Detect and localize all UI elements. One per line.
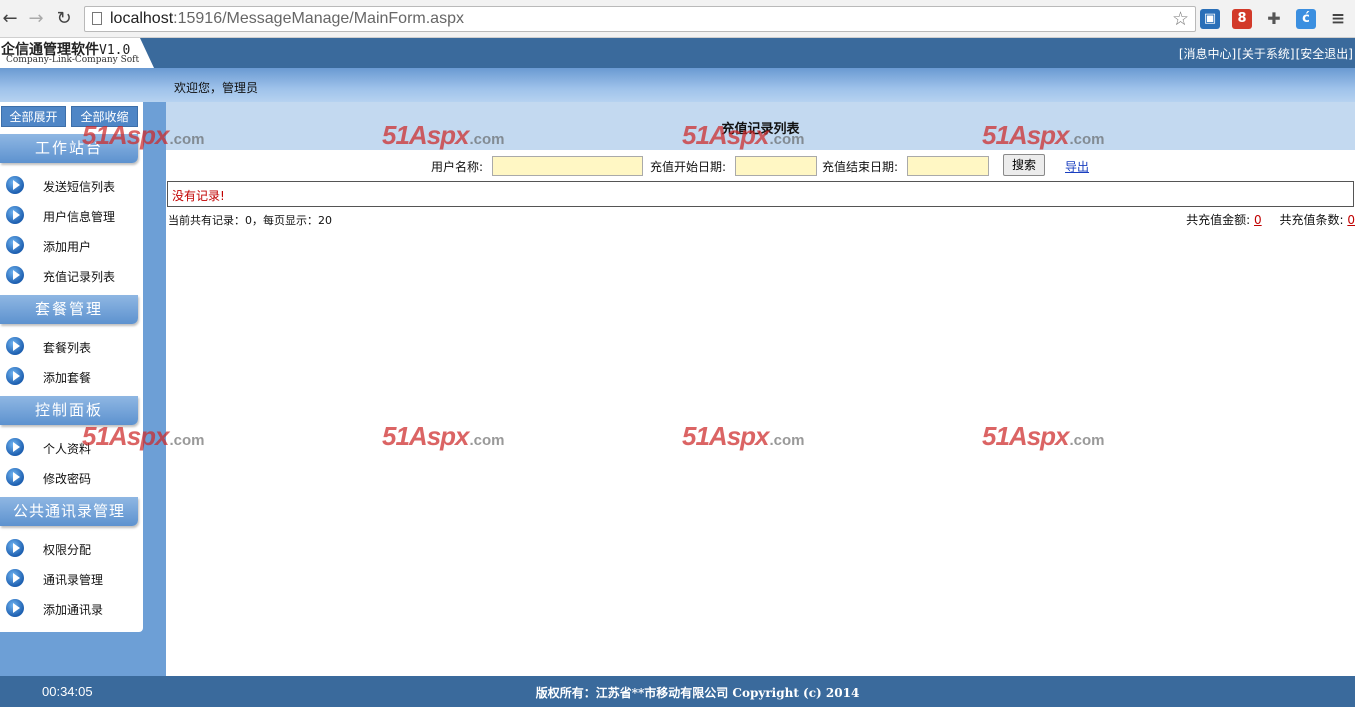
sidebar-item-permissions[interactable]: 权限分配: [0, 533, 140, 563]
group-header-package[interactable]: 套餐管理: [0, 295, 138, 324]
main-content: 充值记录列表 用户名称: 充值开始日期: 充值结束日期: 搜索 导出 没有记录!…: [166, 102, 1355, 674]
sidebar-item-user-info[interactable]: 用户信息管理: [0, 200, 140, 230]
start-date-label: 充值开始日期:: [650, 160, 727, 174]
extension-icon-red[interactable]: 8: [1232, 9, 1252, 29]
play-icon: [6, 569, 24, 587]
sidebar-item-recharge-list[interactable]: 充值记录列表: [0, 260, 140, 290]
total-count-label: 共充值条数:: [1279, 213, 1344, 227]
search-button[interactable]: 搜索: [1003, 154, 1045, 176]
result-table: 没有记录!: [167, 181, 1354, 207]
sidebar-item-add-package[interactable]: 添加套餐: [0, 361, 140, 391]
play-icon: [6, 468, 24, 486]
play-icon: [6, 236, 24, 254]
back-icon[interactable]: ←: [0, 7, 20, 31]
play-icon: [6, 206, 24, 224]
username-input[interactable]: [492, 156, 643, 176]
app-header: 企信通管理软件V1.0 Company-Link-Company Soft [消…: [0, 38, 1355, 68]
welcome-bar: 欢迎您，管理员: [0, 68, 1355, 102]
end-date-input[interactable]: [907, 156, 989, 176]
sidebar-item-package-list[interactable]: 套餐列表: [0, 331, 140, 361]
no-record-message: 没有记录!: [172, 189, 225, 203]
reload-icon[interactable]: ↻: [54, 7, 74, 31]
about-system-link[interactable]: [关于系统]: [1237, 47, 1294, 61]
sidebar-item-change-password[interactable]: 修改密码: [0, 462, 140, 492]
collapse-all-button[interactable]: 全部收缩: [71, 106, 138, 127]
logo: 企信通管理软件V1.0 Company-Link-Company Soft: [0, 38, 154, 68]
totals-summary: 共充值金额: 0 共充值条数: 0: [1186, 211, 1355, 228]
browser-toolbar: ← → ↻ localhost:15916/MessageManage/Main…: [0, 0, 1355, 38]
play-icon: [6, 438, 24, 456]
welcome-text: 欢迎您，管理员: [174, 81, 259, 95]
address-bar[interactable]: localhost:15916/MessageManage/MainForm.a…: [84, 6, 1196, 32]
forward-icon[interactable]: →: [26, 7, 46, 31]
message-center-link[interactable]: [消息中心]: [1179, 47, 1236, 61]
bookmark-star-icon[interactable]: ☆: [1172, 8, 1189, 30]
logo-subtitle: Company-Link-Company Soft: [6, 55, 140, 65]
total-amount-value[interactable]: 0: [1254, 213, 1262, 227]
start-date-input[interactable]: [735, 156, 817, 176]
sidebar-item-send-sms-list[interactable]: 发送短信列表: [0, 170, 140, 200]
footer: 00:34:05 版权所有：江苏省**市移动有限公司 Copyright (c)…: [0, 676, 1355, 707]
logout-link[interactable]: [安全退出]: [1296, 47, 1353, 61]
url-text: localhost:15916/MessageManage/MainForm.a…: [110, 10, 464, 27]
copyright: 版权所有：江苏省**市移动有限公司 Copyright (c) 2014: [535, 686, 860, 700]
group-header-contacts[interactable]: 公共通讯录管理: [0, 497, 138, 526]
expand-all-button[interactable]: 全部展开: [1, 106, 66, 127]
top-links: [消息中心][关于系统][安全退出]: [1178, 45, 1353, 62]
record-count-info: 当前共有记录：0，每页显示：20: [168, 214, 332, 227]
sidebar-item-add-user[interactable]: 添加用户: [0, 230, 140, 260]
play-icon: [6, 599, 24, 617]
page-title: 充值记录列表: [721, 122, 800, 137]
extensions-puzzle-icon[interactable]: ✚: [1264, 9, 1284, 29]
sidebar-item-add-contact[interactable]: 添加通讯录: [0, 593, 140, 623]
sidebar-item-profile[interactable]: 个人资料: [0, 432, 140, 462]
export-link[interactable]: 导出: [1065, 158, 1089, 175]
play-icon: [6, 266, 24, 284]
search-form: 用户名称: 充值开始日期: 充值结束日期: 搜索 导出: [166, 154, 1355, 178]
page-icon: [92, 12, 102, 25]
total-count-value[interactable]: 0: [1347, 213, 1355, 227]
play-icon: [6, 337, 24, 355]
total-amount-label: 共充值金额:: [1186, 213, 1251, 227]
browser-menu-icon[interactable]: ≡: [1328, 9, 1348, 29]
play-icon: [6, 539, 24, 557]
extension-icon-window[interactable]: ▣: [1200, 9, 1220, 29]
sidebar-item-contacts-manage[interactable]: 通讯录管理: [0, 563, 140, 593]
play-icon: [6, 367, 24, 385]
end-date-label: 充值结束日期:: [822, 160, 899, 174]
extension-icon-blue[interactable]: ć: [1296, 9, 1316, 29]
play-icon: [6, 176, 24, 194]
title-band: 充值记录列表: [166, 102, 1355, 150]
group-header-workstation[interactable]: 工作站台: [0, 134, 138, 163]
group-header-control-panel[interactable]: 控制面板: [0, 396, 138, 425]
username-label: 用户名称:: [431, 160, 484, 174]
